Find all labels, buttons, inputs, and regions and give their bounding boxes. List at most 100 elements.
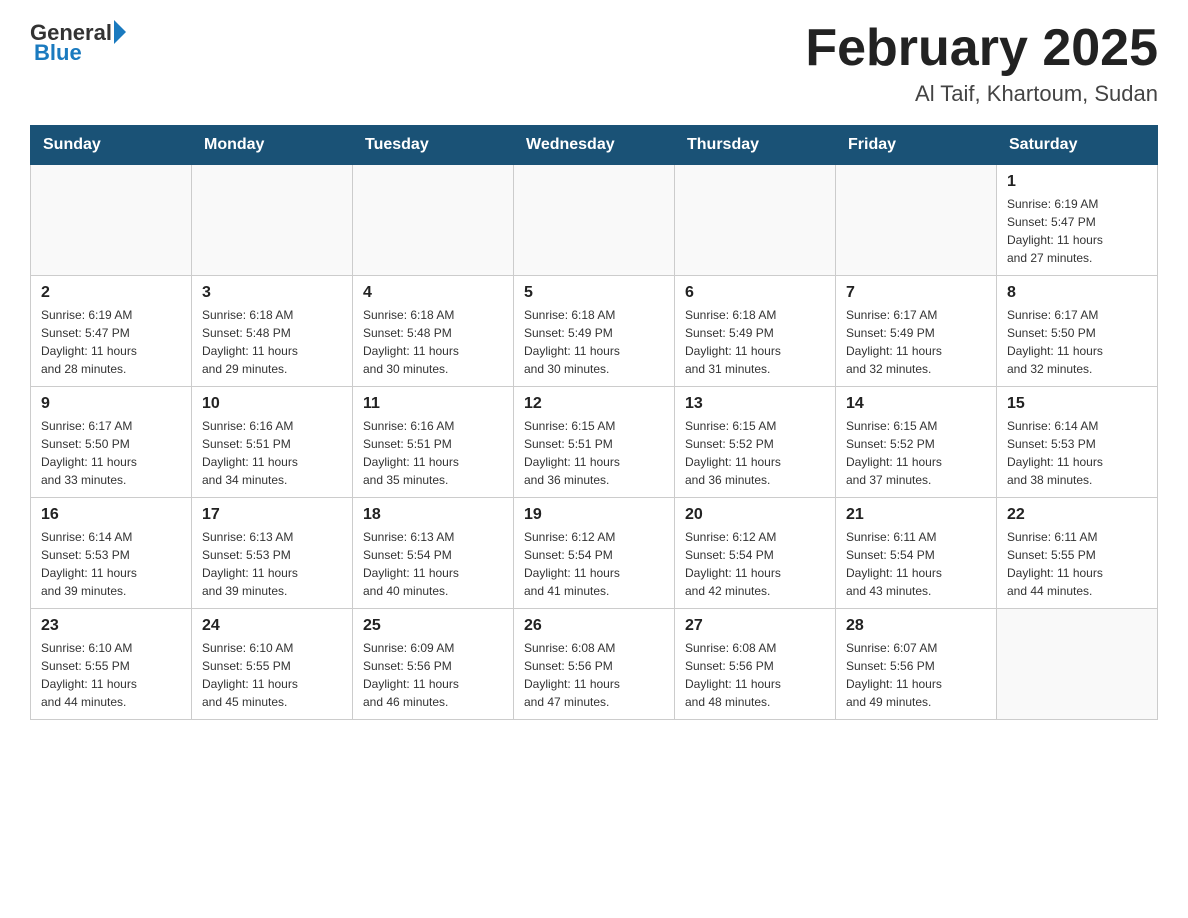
day-number: 23 xyxy=(41,617,181,635)
calendar-day-cell xyxy=(192,165,353,276)
calendar-day-cell: 1Sunrise: 6:19 AM Sunset: 5:47 PM Daylig… xyxy=(997,165,1158,276)
calendar-day-cell: 28 Sunrise: 6:07 AM Sunset: 5:56 PM Dayli… xyxy=(836,609,997,720)
day-number: 8 xyxy=(1007,284,1147,302)
day-number: 7 xyxy=(846,284,986,302)
calendar-table: SundayMondayTuesdayWednesdayThursdayFrid… xyxy=(30,125,1158,720)
day-number: 13 xyxy=(685,395,825,413)
calendar-day-cell: 26 Sunrise: 6:08 AM Sunset: 5:56 PM Dayli… xyxy=(514,609,675,720)
day-number: 2 xyxy=(41,284,181,302)
day-sun-info: Sunrise: 6:13 AM Sunset: 5:54 PM Dayligh… xyxy=(363,528,503,600)
logo: General Blue xyxy=(30,20,126,66)
day-sun-info: Sunrise: 6:11 AM Sunset: 5:54 PM Dayligh… xyxy=(846,528,986,600)
calendar-day-cell: 27 Sunrise: 6:08 AM Sunset: 5:56 PM Dayli… xyxy=(675,609,836,720)
calendar-day-cell: 14 Sunrise: 6:15 AM Sunset: 5:52 PM Dayli… xyxy=(836,387,997,498)
day-sun-info: Sunrise: 6:17 AM Sunset: 5:50 PM Dayligh… xyxy=(41,417,181,489)
calendar-day-cell: 11 Sunrise: 6:16 AM Sunset: 5:51 PM Dayli… xyxy=(353,387,514,498)
calendar-day-cell: 16Sunrise: 6:14 AM Sunset: 5:53 PM Dayli… xyxy=(31,498,192,609)
day-sun-info: Sunrise: 6:07 AM Sunset: 5:56 PM Dayligh… xyxy=(846,639,986,711)
calendar-day-cell xyxy=(353,165,514,276)
day-sun-info: Sunrise: 6:18 AM Sunset: 5:48 PM Dayligh… xyxy=(363,306,503,378)
day-sun-info: Sunrise: 6:12 AM Sunset: 5:54 PM Dayligh… xyxy=(685,528,825,600)
day-sun-info: Sunrise: 6:08 AM Sunset: 5:56 PM Dayligh… xyxy=(524,639,664,711)
calendar-day-cell xyxy=(675,165,836,276)
calendar-day-cell: 18 Sunrise: 6:13 AM Sunset: 5:54 PM Dayli… xyxy=(353,498,514,609)
calendar-day-cell: 15Sunrise: 6:14 AM Sunset: 5:53 PM Dayli… xyxy=(997,387,1158,498)
day-number: 11 xyxy=(363,395,503,413)
day-sun-info: Sunrise: 6:19 AM Sunset: 5:47 PM Dayligh… xyxy=(41,306,181,378)
calendar-title-block: February 2025 Al Taif, Khartoum, Sudan xyxy=(805,20,1158,107)
calendar-day-cell xyxy=(836,165,997,276)
day-number: 18 xyxy=(363,506,503,524)
day-number: 14 xyxy=(846,395,986,413)
calendar-subtitle: Al Taif, Khartoum, Sudan xyxy=(805,81,1158,107)
day-of-week-header: Thursday xyxy=(675,126,836,165)
day-number: 25 xyxy=(363,617,503,635)
day-sun-info: Sunrise: 6:10 AM Sunset: 5:55 PM Dayligh… xyxy=(202,639,342,711)
day-sun-info: Sunrise: 6:15 AM Sunset: 5:52 PM Dayligh… xyxy=(685,417,825,489)
calendar-week-row: 16Sunrise: 6:14 AM Sunset: 5:53 PM Dayli… xyxy=(31,498,1158,609)
logo-blue-text: Blue xyxy=(34,40,126,66)
day-number: 28 xyxy=(846,617,986,635)
day-number: 15 xyxy=(1007,395,1147,413)
day-sun-info: Sunrise: 6:15 AM Sunset: 5:51 PM Dayligh… xyxy=(524,417,664,489)
calendar-day-cell: 10 Sunrise: 6:16 AM Sunset: 5:51 PM Dayli… xyxy=(192,387,353,498)
day-number: 21 xyxy=(846,506,986,524)
day-sun-info: Sunrise: 6:12 AM Sunset: 5:54 PM Dayligh… xyxy=(524,528,664,600)
day-sun-info: Sunrise: 6:16 AM Sunset: 5:51 PM Dayligh… xyxy=(202,417,342,489)
day-sun-info: Sunrise: 6:11 AM Sunset: 5:55 PM Dayligh… xyxy=(1007,528,1147,600)
day-sun-info: Sunrise: 6:17 AM Sunset: 5:49 PM Dayligh… xyxy=(846,306,986,378)
day-number: 4 xyxy=(363,284,503,302)
calendar-week-row: 23 Sunrise: 6:10 AM Sunset: 5:55 PM Dayli… xyxy=(31,609,1158,720)
day-number: 20 xyxy=(685,506,825,524)
calendar-day-cell: 20 Sunrise: 6:12 AM Sunset: 5:54 PM Dayli… xyxy=(675,498,836,609)
day-sun-info: Sunrise: 6:18 AM Sunset: 5:49 PM Dayligh… xyxy=(685,306,825,378)
day-number: 12 xyxy=(524,395,664,413)
day-number: 27 xyxy=(685,617,825,635)
calendar-day-cell: 22 Sunrise: 6:11 AM Sunset: 5:55 PM Dayli… xyxy=(997,498,1158,609)
calendar-header-row: SundayMondayTuesdayWednesdayThursdayFrid… xyxy=(31,126,1158,165)
calendar-day-cell: 23 Sunrise: 6:10 AM Sunset: 5:55 PM Dayli… xyxy=(31,609,192,720)
calendar-week-row: 2 Sunrise: 6:19 AM Sunset: 5:47 PM Daylig… xyxy=(31,276,1158,387)
day-sun-info: Sunrise: 6:15 AM Sunset: 5:52 PM Dayligh… xyxy=(846,417,986,489)
calendar-day-cell: 6 Sunrise: 6:18 AM Sunset: 5:49 PM Daylig… xyxy=(675,276,836,387)
day-number: 22 xyxy=(1007,506,1147,524)
day-number: 16 xyxy=(41,506,181,524)
day-number: 24 xyxy=(202,617,342,635)
calendar-day-cell xyxy=(514,165,675,276)
calendar-week-row: 1Sunrise: 6:19 AM Sunset: 5:47 PM Daylig… xyxy=(31,165,1158,276)
day-of-week-header: Monday xyxy=(192,126,353,165)
day-sun-info: Sunrise: 6:18 AM Sunset: 5:49 PM Dayligh… xyxy=(524,306,664,378)
day-of-week-header: Tuesday xyxy=(353,126,514,165)
calendar-day-cell: 2 Sunrise: 6:19 AM Sunset: 5:47 PM Daylig… xyxy=(31,276,192,387)
day-of-week-header: Sunday xyxy=(31,126,192,165)
calendar-day-cell: 17 Sunrise: 6:13 AM Sunset: 5:53 PM Dayli… xyxy=(192,498,353,609)
day-number: 5 xyxy=(524,284,664,302)
day-sun-info: Sunrise: 6:16 AM Sunset: 5:51 PM Dayligh… xyxy=(363,417,503,489)
calendar-day-cell: 13 Sunrise: 6:15 AM Sunset: 5:52 PM Dayli… xyxy=(675,387,836,498)
calendar-day-cell: 8Sunrise: 6:17 AM Sunset: 5:50 PM Daylig… xyxy=(997,276,1158,387)
day-sun-info: Sunrise: 6:13 AM Sunset: 5:53 PM Dayligh… xyxy=(202,528,342,600)
calendar-day-cell: 21 Sunrise: 6:11 AM Sunset: 5:54 PM Dayli… xyxy=(836,498,997,609)
calendar-title: February 2025 xyxy=(805,20,1158,77)
day-number: 9 xyxy=(41,395,181,413)
day-of-week-header: Friday xyxy=(836,126,997,165)
calendar-day-cell: 19 Sunrise: 6:12 AM Sunset: 5:54 PM Dayli… xyxy=(514,498,675,609)
day-of-week-header: Saturday xyxy=(997,126,1158,165)
day-sun-info: Sunrise: 6:19 AM Sunset: 5:47 PM Dayligh… xyxy=(1007,195,1147,267)
day-number: 17 xyxy=(202,506,342,524)
calendar-day-cell xyxy=(997,609,1158,720)
day-sun-info: Sunrise: 6:08 AM Sunset: 5:56 PM Dayligh… xyxy=(685,639,825,711)
day-of-week-header: Wednesday xyxy=(514,126,675,165)
day-sun-info: Sunrise: 6:09 AM Sunset: 5:56 PM Dayligh… xyxy=(363,639,503,711)
calendar-day-cell: 9 Sunrise: 6:17 AM Sunset: 5:50 PM Daylig… xyxy=(31,387,192,498)
day-number: 19 xyxy=(524,506,664,524)
day-number: 26 xyxy=(524,617,664,635)
calendar-day-cell: 24 Sunrise: 6:10 AM Sunset: 5:55 PM Dayli… xyxy=(192,609,353,720)
calendar-day-cell: 25 Sunrise: 6:09 AM Sunset: 5:56 PM Dayli… xyxy=(353,609,514,720)
day-sun-info: Sunrise: 6:10 AM Sunset: 5:55 PM Dayligh… xyxy=(41,639,181,711)
day-sun-info: Sunrise: 6:18 AM Sunset: 5:48 PM Dayligh… xyxy=(202,306,342,378)
calendar-day-cell xyxy=(31,165,192,276)
day-number: 10 xyxy=(202,395,342,413)
calendar-day-cell: 12 Sunrise: 6:15 AM Sunset: 5:51 PM Dayli… xyxy=(514,387,675,498)
day-number: 6 xyxy=(685,284,825,302)
